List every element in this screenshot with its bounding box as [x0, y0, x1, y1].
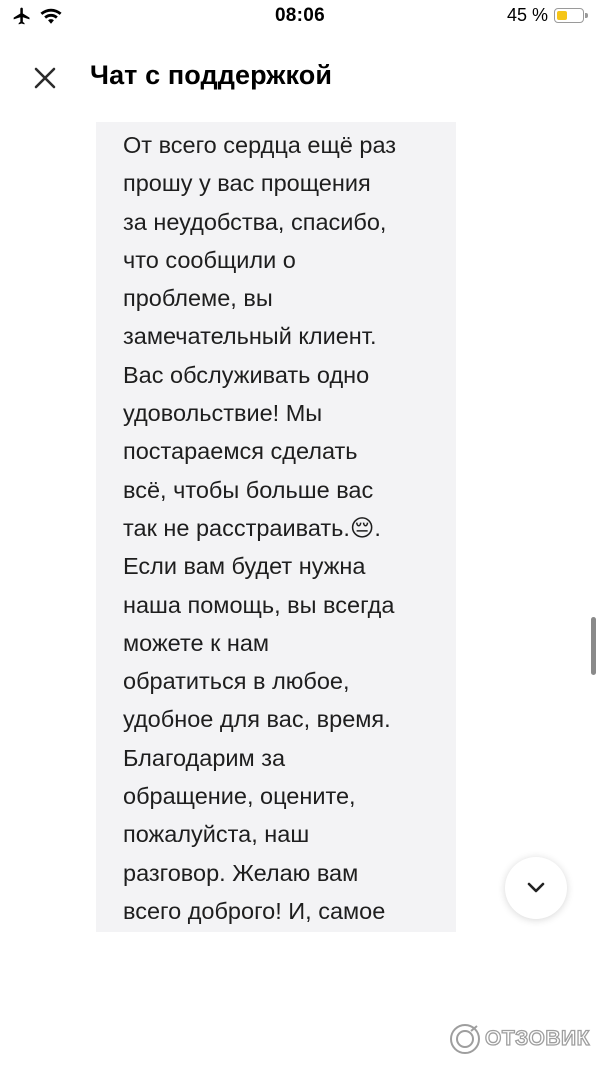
battery-icon	[554, 8, 588, 23]
chat-messages[interactable]: От всего сердца ещё раз прошу у вас прощ…	[0, 120, 600, 935]
message-text: От всего сердца ещё раз прошу у вас прощ…	[123, 132, 397, 924]
page-title: Чат с поддержкой	[90, 60, 333, 90]
close-icon	[34, 67, 56, 89]
battery-percent: 45 %	[506, 5, 548, 25]
chevron-down-icon	[527, 882, 545, 893]
watermark-text: ОТЗОВИК	[484, 1026, 590, 1050]
battery-level-fill	[557, 11, 567, 20]
support-message-bubble: От всего сердца ещё раз прошу у вас прощ…	[96, 122, 456, 932]
scroll-down-button[interactable]	[505, 857, 567, 919]
close-button[interactable]	[26, 60, 64, 96]
battery-tip	[585, 13, 588, 18]
scrollbar-thumb[interactable]	[591, 617, 596, 675]
chat-header: Чат с поддержкой	[0, 48, 600, 108]
otzovik-logo-icon	[450, 1024, 480, 1054]
status-bar: 08:06 45 %	[0, 0, 600, 34]
status-right: 45 %	[506, 5, 588, 26]
watermark-logo: ОТЗОВИК	[449, 1023, 590, 1055]
